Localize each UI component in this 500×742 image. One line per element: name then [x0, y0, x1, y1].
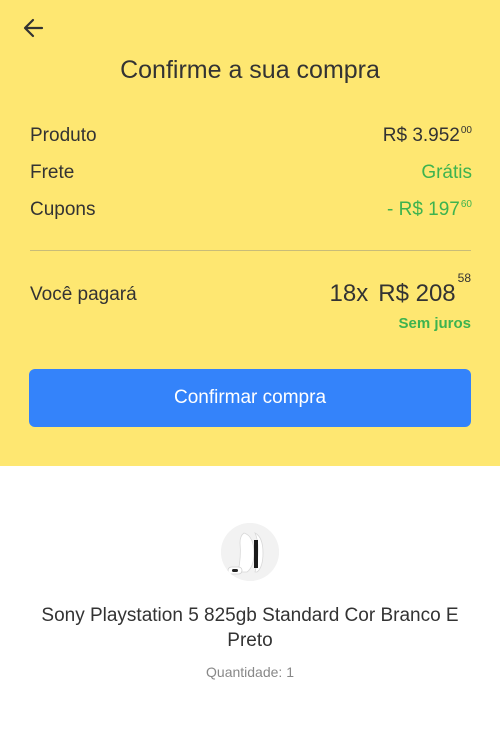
shipping-row: Frete Grátis [30, 162, 472, 190]
interest-free-badge: Sem juros [398, 315, 471, 332]
product-quantity: Quantidade: 1 [206, 664, 294, 680]
installments: 18x [329, 280, 369, 307]
arrow-left-icon [23, 18, 44, 38]
shipping-label: Frete [30, 162, 75, 183]
product-label: Produto [30, 125, 97, 146]
page-title: Confirme a sua compra [120, 56, 380, 84]
checkout-summary-panel: Confirme a sua compra Produto R$ 3.95200… [0, 0, 500, 466]
coupons-row: Cupons - R$ 19760 [30, 199, 472, 227]
total-amount: 18x R$ 20858 [329, 271, 471, 308]
shipping-value: Grátis [421, 162, 472, 183]
back-button[interactable] [20, 14, 48, 42]
playstation-console-icon [221, 523, 279, 581]
confirm-purchase-button[interactable]: Confirmar compra [29, 369, 471, 427]
product-thumbnail [221, 523, 279, 581]
coupons-label: Cupons [30, 199, 96, 220]
product-price: R$ 3.95200 [382, 125, 472, 146]
divider [30, 250, 471, 251]
total-label: Você pagará [30, 284, 137, 305]
installment-cents: 58 [457, 271, 471, 285]
installment-value: R$ 208 [378, 280, 456, 307]
coupons-value: - R$ 19760 [387, 199, 472, 220]
product-price-row: Produto R$ 3.95200 [30, 125, 472, 153]
product-name: Sony Playstation 5 825gb Standard Cor Br… [41, 605, 459, 651]
